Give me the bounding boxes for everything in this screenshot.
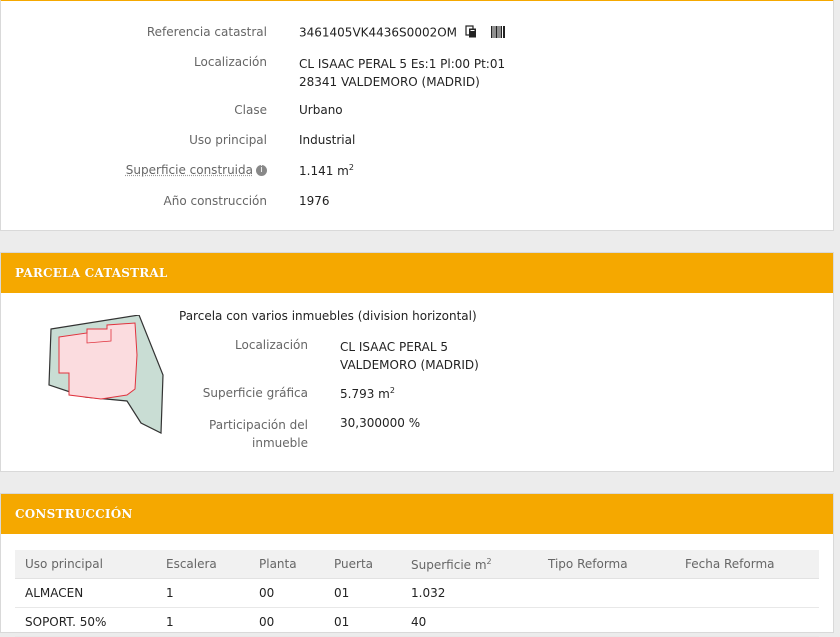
ref-catastral-row: Referencia catastral 3461405VK4436S0002O…: [1, 25, 833, 45]
col-uso-principal: Uso principal: [15, 550, 156, 579]
cell-fecha-reforma: [675, 578, 819, 608]
parcela-superficie-row: Superficie gráfica 5.793 m2: [1, 386, 833, 406]
cell-uso: SOPORT. 50%: [15, 607, 156, 637]
cell-tipo-reforma: [538, 607, 675, 637]
ref-catastral-label: Referencia catastral: [146, 25, 267, 39]
participacion-row: Participación del inmueble 30,300000 %: [1, 416, 833, 456]
copy-icon[interactable]: [465, 25, 477, 41]
construccion-panel: CONSTRUCCIÓN Uso principal Escalera Plan…: [0, 493, 834, 637]
col-escalera: Escalera: [156, 550, 249, 579]
participacion-value: 30,300000 %: [340, 416, 421, 430]
cell-uso: ALMACEN: [15, 578, 156, 608]
parcela-superficie-number: 5.793 m: [340, 387, 390, 401]
superficie-construida-row: Superficie construida i 1.141 m2: [1, 163, 833, 183]
parcela-localizacion-line1: CL ISAAC PERAL 5: [340, 340, 449, 354]
col-planta: Planta: [249, 550, 324, 579]
construccion-table: Uso principal Escalera Planta Puerta Sup…: [15, 550, 819, 637]
col-superficie-unit: 2: [486, 556, 492, 566]
clase-row: Clase Urbano: [1, 103, 833, 123]
localizacion-line1: CL ISAAC PERAL 5 Es:1 Pl:00 Pt:01: [299, 57, 506, 71]
parcela-localizacion-line2: VALDEMORO (MADRID): [340, 358, 479, 372]
participacion-label-line2: inmueble: [252, 436, 308, 450]
col-puerta: Puerta: [324, 550, 401, 579]
parcela-superficie-value: 5.793 m2: [340, 386, 395, 401]
parcela-panel: PARCELA CATASTRAL Parcela con varios inm…: [0, 252, 834, 472]
parcela-title: Parcela con varios inmuebles (division h…: [179, 309, 477, 323]
cell-planta: 00: [249, 578, 324, 608]
table-row: SOPORT. 50% 1 00 01 40: [15, 607, 819, 637]
parcela-localizacion-row: Localización CL ISAAC PERAL 5 VALDEMORO …: [1, 338, 833, 378]
col-superficie-text: Superficie m: [411, 557, 487, 572]
localizacion-line2: 28341 VALDEMORO (MADRID): [299, 75, 480, 89]
cell-superficie: 1.032: [401, 578, 538, 608]
construccion-header: CONSTRUCCIÓN: [1, 494, 833, 534]
clase-label: Clase: [234, 103, 267, 117]
parcela-localizacion-label: Localización: [235, 338, 308, 352]
uso-principal-row: Uso principal Industrial: [1, 133, 833, 153]
table-row: ALMACEN 1 00 01 1.032: [15, 578, 819, 608]
superficie-construida-text: Superficie construida: [125, 163, 253, 177]
info-icon[interactable]: i: [256, 165, 267, 176]
parcela-localizacion-value: CL ISAAC PERAL 5 VALDEMORO (MADRID): [340, 338, 479, 374]
superficie-construida-number: 1.141 m: [299, 164, 349, 178]
superficie-construida-unit: 2: [348, 163, 354, 172]
col-fecha-reforma: Fecha Reforma: [675, 550, 819, 579]
col-superficie: Superficie m2: [401, 550, 538, 579]
uso-principal-value: Industrial: [299, 133, 356, 147]
participacion-label-line1: Participación del: [209, 418, 308, 432]
col-tipo-reforma: Tipo Reforma: [538, 550, 675, 579]
cell-planta: 00: [249, 607, 324, 637]
anio-construccion-label: Año construcción: [163, 194, 268, 208]
superficie-construida-value: 1.141 m2: [299, 163, 354, 178]
cell-escalera: 1: [156, 578, 249, 608]
inmueble-panel: Referencia catastral 3461405VK4436S0002O…: [0, 0, 834, 231]
localizacion-label: Localización: [194, 55, 267, 69]
anio-construccion-value: 1976: [299, 194, 330, 208]
localizacion-value: CL ISAAC PERAL 5 Es:1 Pl:00 Pt:01 28341 …: [299, 55, 505, 91]
parcela-superficie-unit: 2: [389, 386, 395, 395]
participacion-label: Participación del inmueble: [209, 416, 308, 452]
cell-escalera: 1: [156, 607, 249, 637]
cell-tipo-reforma: [538, 578, 675, 608]
uso-principal-label: Uso principal: [189, 133, 267, 147]
cell-puerta: 01: [324, 607, 401, 637]
superficie-construida-label: Superficie construida i: [126, 163, 267, 177]
ref-catastral-value: 3461405VK4436S0002OM: [299, 25, 505, 41]
clase-value: Urbano: [299, 103, 343, 117]
barcode-icon[interactable]: [490, 25, 505, 41]
cell-fecha-reforma: [675, 607, 819, 637]
table-header-row: Uso principal Escalera Planta Puerta Sup…: [15, 550, 819, 579]
parcela-superficie-label: Superficie gráfica: [202, 386, 308, 400]
cell-puerta: 01: [324, 578, 401, 608]
ref-catastral-text: 3461405VK4436S0002OM: [299, 25, 458, 40]
parcela-header: PARCELA CATASTRAL: [1, 253, 833, 293]
cell-superficie: 40: [401, 607, 538, 637]
localizacion-row: Localización CL ISAAC PERAL 5 Es:1 Pl:00…: [1, 55, 833, 95]
anio-construccion-row: Año construcción 1976: [1, 194, 833, 214]
